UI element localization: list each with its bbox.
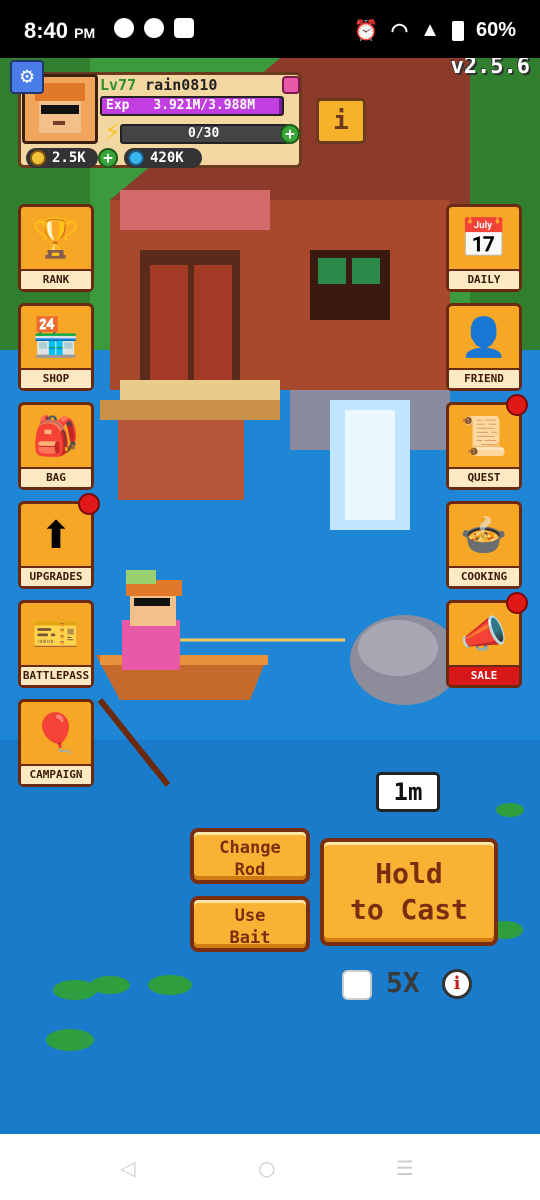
quest-label: QUEST: [447, 467, 521, 489]
ticket-icon: 🎫: [32, 611, 80, 656]
5x-label: 5X: [386, 966, 420, 999]
add-energy-button[interactable]: +: [280, 124, 300, 144]
5x-info-button[interactable]: i: [442, 969, 472, 999]
friend-button[interactable]: 👤 FRIEND: [446, 303, 522, 391]
battlepass-label: BATTLEPASS: [19, 665, 93, 687]
shop-icon: 🏪: [32, 314, 80, 359]
system-icons: ⏰ ◠ ▲ 60%: [354, 18, 516, 43]
sale-notification-badge: [506, 592, 528, 614]
upgrade-arrow-icon: ⬆: [40, 513, 72, 557]
battery-icon: [451, 20, 464, 41]
shop-button[interactable]: 🏪 SHOP: [18, 303, 94, 391]
gem-balance: 420K: [124, 148, 202, 168]
add-coins-button[interactable]: +: [98, 148, 118, 168]
info-button[interactable]: i: [316, 98, 366, 144]
back-button[interactable]: ◁: [120, 1156, 135, 1180]
trophy-icon: 🏆: [32, 215, 80, 260]
battlepass-button[interactable]: 🎫 BATTLEPASS: [18, 600, 94, 688]
hud-badge-icon[interactable]: [282, 76, 300, 94]
friend-label: FRIEND: [447, 368, 521, 390]
5x-checkbox[interactable]: [342, 970, 372, 1000]
rank-label: RANK: [19, 269, 93, 291]
sale-label: SALE: [447, 665, 521, 687]
recents-button[interactable]: ☰: [396, 1156, 414, 1180]
player-level-name: Lv77 rain0810: [100, 76, 218, 94]
sale-button[interactable]: 📣 SALE: [446, 600, 522, 688]
use-bait-button[interactable]: Use Bait: [190, 896, 310, 952]
android-nav-bar: ◁ ○ ☰: [0, 1134, 540, 1200]
shop-label: SHOP: [19, 368, 93, 390]
upgrades-notification-badge: [78, 493, 100, 515]
exp-label: Exp: [106, 98, 130, 113]
game-screen: 8:40 PM ⏰ ◠ ▲ 60% v2.5.6 ⚙ Lv77 rain0810…: [0, 0, 540, 1200]
wifi-icon: ◠: [390, 20, 409, 42]
backpack-icon: 🎒: [32, 413, 80, 458]
coin-icon: [30, 150, 46, 166]
gem-icon: [128, 150, 144, 166]
quest-button[interactable]: 📜 QUEST: [446, 402, 522, 490]
quest-notification-badge: [506, 394, 528, 416]
megaphone-icon: 📣: [460, 611, 508, 656]
rank-button[interactable]: 🏆 RANK: [18, 204, 94, 292]
notification-icons: [114, 18, 194, 38]
scroll-icon: 📜: [460, 413, 508, 458]
add-friend-icon: 👤: [460, 314, 508, 359]
coin-balance: 2.5K: [26, 148, 98, 168]
daily-button[interactable]: 📅 DAILY: [446, 204, 522, 292]
facebook-icon: [144, 18, 164, 38]
upgrades-label: UPGRADES: [19, 566, 93, 588]
campaign-label: CAMPAIGN: [19, 764, 93, 786]
discord-icon: [114, 18, 134, 38]
upgrades-button[interactable]: ⬆ UPGRADES: [18, 501, 94, 589]
battery-percent: 60%: [475, 19, 516, 41]
daily-label: DAILY: [447, 269, 521, 291]
cooking-label: COOKING: [447, 566, 521, 588]
cast-distance: 1m: [376, 772, 440, 812]
youtube-icon: [174, 18, 194, 38]
status-bar: 8:40 PM ⏰ ◠ ▲ 60%: [0, 0, 540, 58]
status-time: 8:40 PM: [24, 18, 96, 43]
settings-gear-button[interactable]: ⚙: [10, 60, 44, 94]
hold-to-cast-button[interactable]: Hold to Cast: [320, 838, 498, 946]
alarm-icon: ⏰: [353, 20, 379, 42]
balloon-icon: 🎈: [32, 710, 80, 755]
calendar-icon: 📅: [460, 215, 508, 260]
bag-label: BAG: [19, 467, 93, 489]
campaign-button[interactable]: 🎈 CAMPAIGN: [18, 699, 94, 787]
exp-value: 3.921M/3.988M: [153, 98, 256, 113]
gear-icon: ⚙: [20, 64, 34, 89]
change-rod-button[interactable]: Change Rod: [190, 828, 310, 884]
energy-value: 0/30: [188, 126, 220, 141]
cooking-pot-icon: 🍲: [460, 512, 508, 557]
cooking-button[interactable]: 🍲 COOKING: [446, 501, 522, 589]
bag-button[interactable]: 🎒 BAG: [18, 402, 94, 490]
signal-icon: ▲: [420, 19, 440, 41]
energy-bar: 0/30: [120, 124, 290, 144]
home-button[interactable]: ○: [258, 1156, 275, 1180]
lightning-icon: ⚡: [104, 118, 121, 146]
exp-bar: Exp 3.921M/3.988M: [100, 96, 284, 116]
